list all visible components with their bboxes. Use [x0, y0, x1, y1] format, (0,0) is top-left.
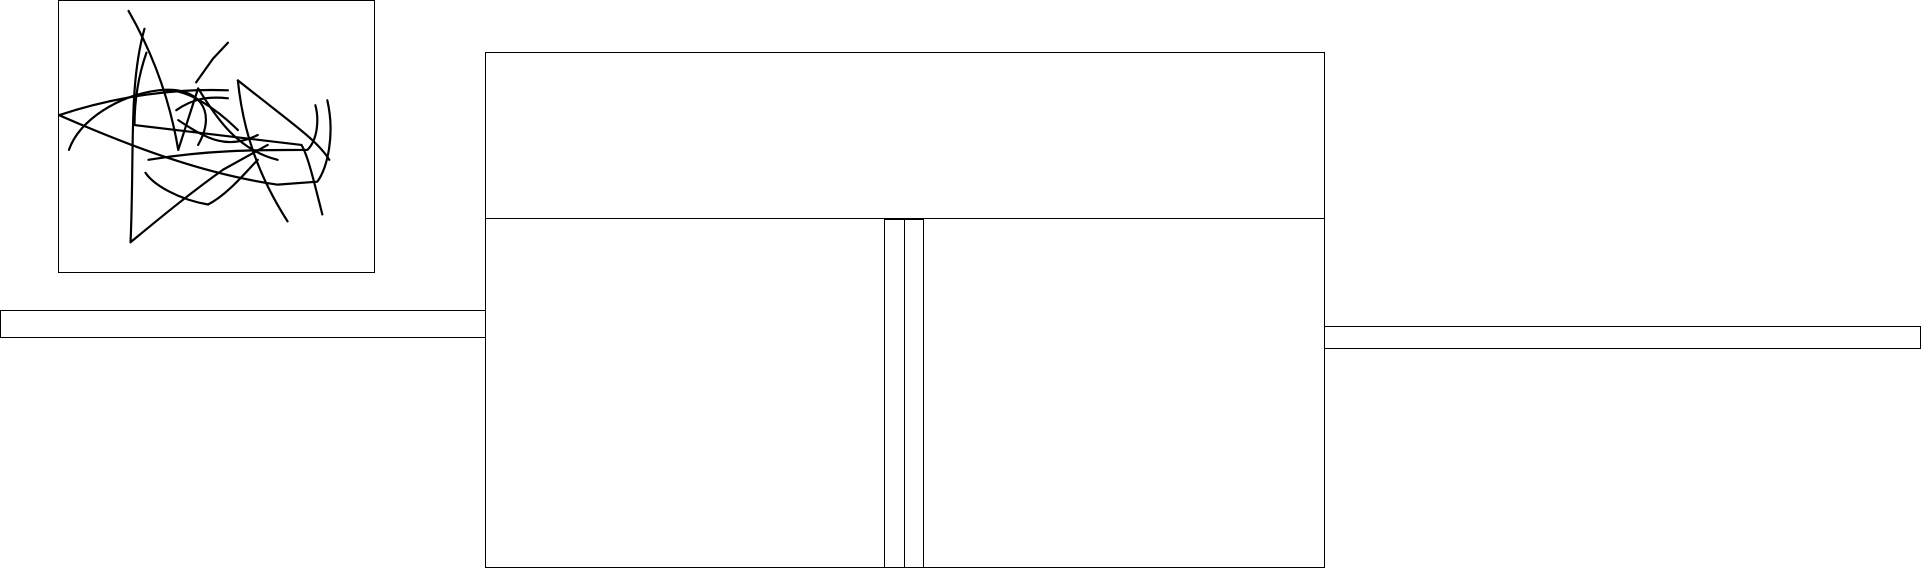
page	[0, 0, 1921, 568]
bottom-left-panel	[485, 218, 886, 568]
left-text-input[interactable]	[0, 310, 486, 338]
right-text-input[interactable]	[1324, 326, 1921, 349]
top-panel	[485, 52, 1325, 219]
bottom-right-panel	[923, 218, 1325, 568]
split-divider-left-handle[interactable]	[884, 219, 905, 568]
split-divider-right-handle[interactable]	[904, 219, 924, 568]
signature-scribble-icon	[59, 9, 332, 244]
signature-canvas[interactable]	[58, 0, 375, 273]
